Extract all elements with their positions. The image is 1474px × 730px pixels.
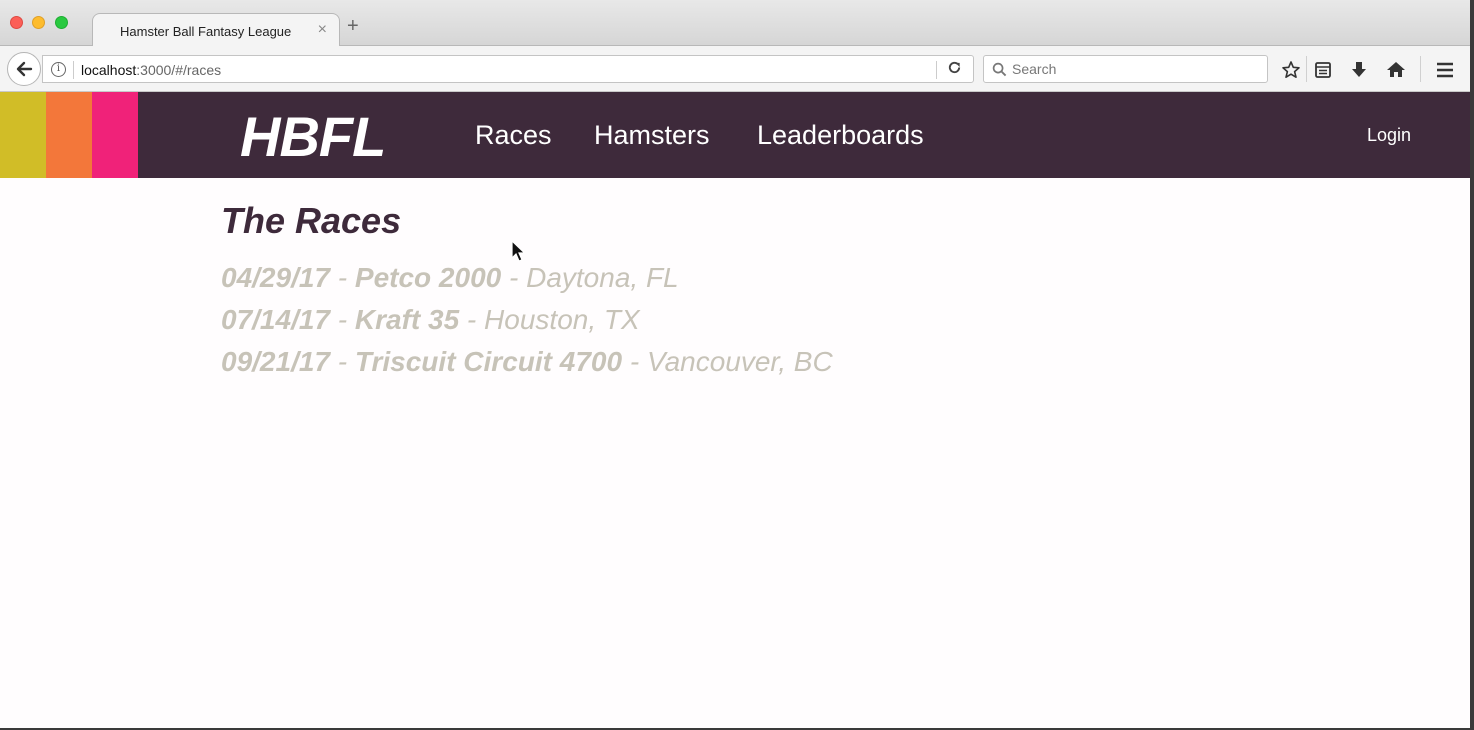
site-header: HBFL Races Hamsters Leaderboards Login: [0, 92, 1470, 178]
tab-title: Hamster Ball Fantasy League: [120, 24, 292, 39]
nav-hamsters[interactable]: Hamsters: [594, 120, 710, 151]
back-button[interactable]: [7, 52, 41, 86]
site-logo[interactable]: HBFL: [240, 104, 386, 169]
new-tab-button[interactable]: +: [347, 16, 359, 36]
tab-strip: Hamster Ball Fantasy League × +: [0, 0, 1470, 47]
stripe-yellow: [0, 92, 46, 178]
page-title: The Races: [221, 200, 402, 241]
race-name: Petco 2000: [354, 262, 502, 293]
login-link[interactable]: Login: [1367, 125, 1411, 146]
race-date: 04/29/17: [221, 262, 330, 293]
reading-list-icon[interactable]: [1312, 59, 1334, 81]
race-separator: -: [459, 304, 485, 335]
search-bar[interactable]: [983, 55, 1268, 83]
race-name: Triscuit Circuit 4700: [354, 346, 623, 377]
back-arrow-icon: [16, 61, 33, 77]
nav-races[interactable]: Races: [475, 120, 552, 151]
bookmark-star-icon[interactable]: [1280, 59, 1302, 81]
reload-divider: [936, 61, 937, 79]
window-close-button[interactable]: [10, 16, 23, 29]
search-icon: [992, 62, 1007, 82]
race-item[interactable]: 07/14/17 - Kraft 35 - Houston, TX: [221, 304, 833, 346]
mouse-cursor-icon: [511, 239, 527, 269]
race-separator: -: [330, 346, 355, 377]
browser-tab[interactable]: Hamster Ball Fantasy League ×: [92, 13, 340, 47]
window-minimize-button[interactable]: [32, 16, 45, 29]
url-divider: [73, 61, 74, 79]
home-icon[interactable]: [1385, 59, 1407, 81]
url-bar[interactable]: i localhost:3000/#/races: [42, 55, 974, 83]
browser-window: Hamster Ball Fantasy League × + i localh…: [0, 0, 1470, 728]
race-location: Daytona, FL: [526, 262, 679, 293]
race-location: Vancouver, BC: [646, 346, 833, 377]
url-path: :3000/#/races: [136, 62, 222, 78]
menu-icon[interactable]: [1434, 59, 1456, 81]
url-text[interactable]: localhost:3000/#/races: [81, 62, 221, 78]
race-list: 04/29/17 - Petco 2000 - Daytona, FL 07/1…: [221, 262, 833, 388]
race-date: 09/21/17: [221, 346, 330, 377]
toolbar-divider: [1306, 56, 1307, 82]
race-separator: -: [330, 262, 355, 293]
download-icon[interactable]: [1348, 59, 1370, 81]
race-item[interactable]: 09/21/17 - Triscuit Circuit 4700 - Vanco…: [221, 346, 833, 388]
race-location: Houston, TX: [484, 304, 640, 335]
url-host: localhost: [81, 62, 137, 78]
race-separator: -: [330, 304, 355, 335]
stripe-pink: [92, 92, 138, 178]
race-date: 07/14/17: [221, 304, 330, 335]
race-separator: -: [622, 346, 647, 377]
search-input[interactable]: [1012, 58, 1262, 80]
reload-icon[interactable]: [947, 60, 962, 79]
toolbar-divider: [1420, 56, 1421, 82]
browser-toolbar: i localhost:3000/#/races: [0, 46, 1470, 92]
tab-close-icon[interactable]: ×: [318, 21, 327, 39]
nav-leaderboards[interactable]: Leaderboards: [757, 120, 924, 151]
window-maximize-button[interactable]: [55, 16, 68, 29]
site-info-icon[interactable]: i: [51, 62, 66, 77]
race-name: Kraft 35: [354, 304, 460, 335]
stripe-orange: [46, 92, 92, 178]
